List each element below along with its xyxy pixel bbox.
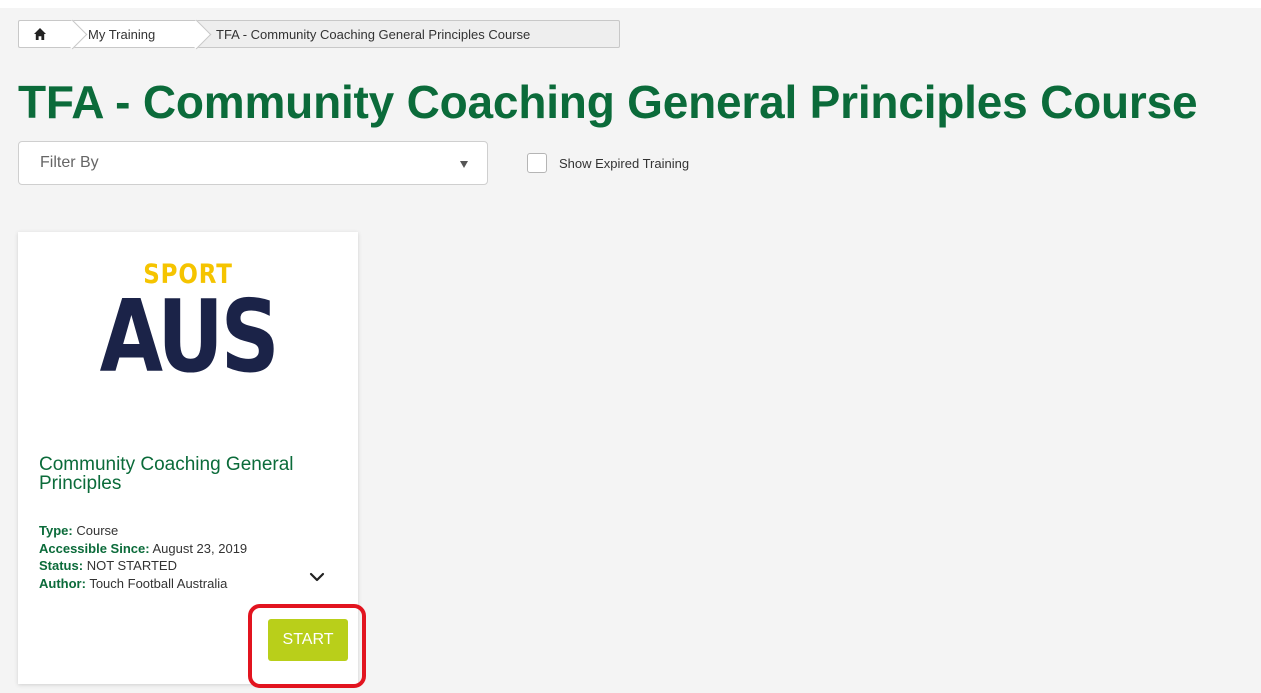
course-title[interactable]: Community Coaching General Principles [39,455,339,493]
logo-aus-text: AUS [99,278,280,395]
page-title: TFA - Community Coaching General Princip… [18,76,1198,128]
start-highlight-box [248,604,366,688]
chevron-down-icon[interactable] [308,570,326,584]
meta-author-value: Touch Football Australia [89,575,228,591]
dropdown-caret-icon [460,161,468,168]
sport-aus-logo: SPORT AUS [18,232,358,432]
breadcrumb-my-training-label: My Training [88,26,156,42]
breadcrumb-my-training[interactable]: My Training [72,20,196,48]
meta-author: Author: Touch Football Australia [39,575,299,593]
meta-type: Type: Course [39,522,299,540]
show-expired-label: Show Expired Training [559,155,690,171]
top-strip [0,0,1261,8]
home-icon [34,28,46,40]
show-expired-toggle[interactable]: Show Expired Training [527,153,689,173]
breadcrumb-current-label: TFA - Community Coaching General Princip… [216,26,531,42]
meta-since-key: Accessible Since: [39,540,150,556]
meta-author-key: Author: [39,575,86,591]
meta-since-value: August 23, 2019 [152,540,248,556]
meta-status: Status: NOT STARTED [39,557,299,575]
breadcrumb: My Training TFA - Community Coaching Gen… [18,20,620,48]
show-expired-checkbox[interactable] [527,153,547,173]
breadcrumb-home[interactable] [18,20,72,48]
meta-type-value: Course [76,523,119,538]
course-meta: Type: Course Accessible Since: August 23… [39,522,299,592]
filter-by-select[interactable]: Filter By [18,141,488,185]
meta-accessible-since: Accessible Since: August 23, 2019 [39,540,299,558]
breadcrumb-current-course: TFA - Community Coaching General Princip… [196,20,620,48]
filter-by-label: Filter By [40,154,99,171]
meta-status-value: NOT STARTED [86,558,177,573]
meta-status-key: Status: [39,558,84,573]
meta-type-key: Type: [39,523,73,538]
